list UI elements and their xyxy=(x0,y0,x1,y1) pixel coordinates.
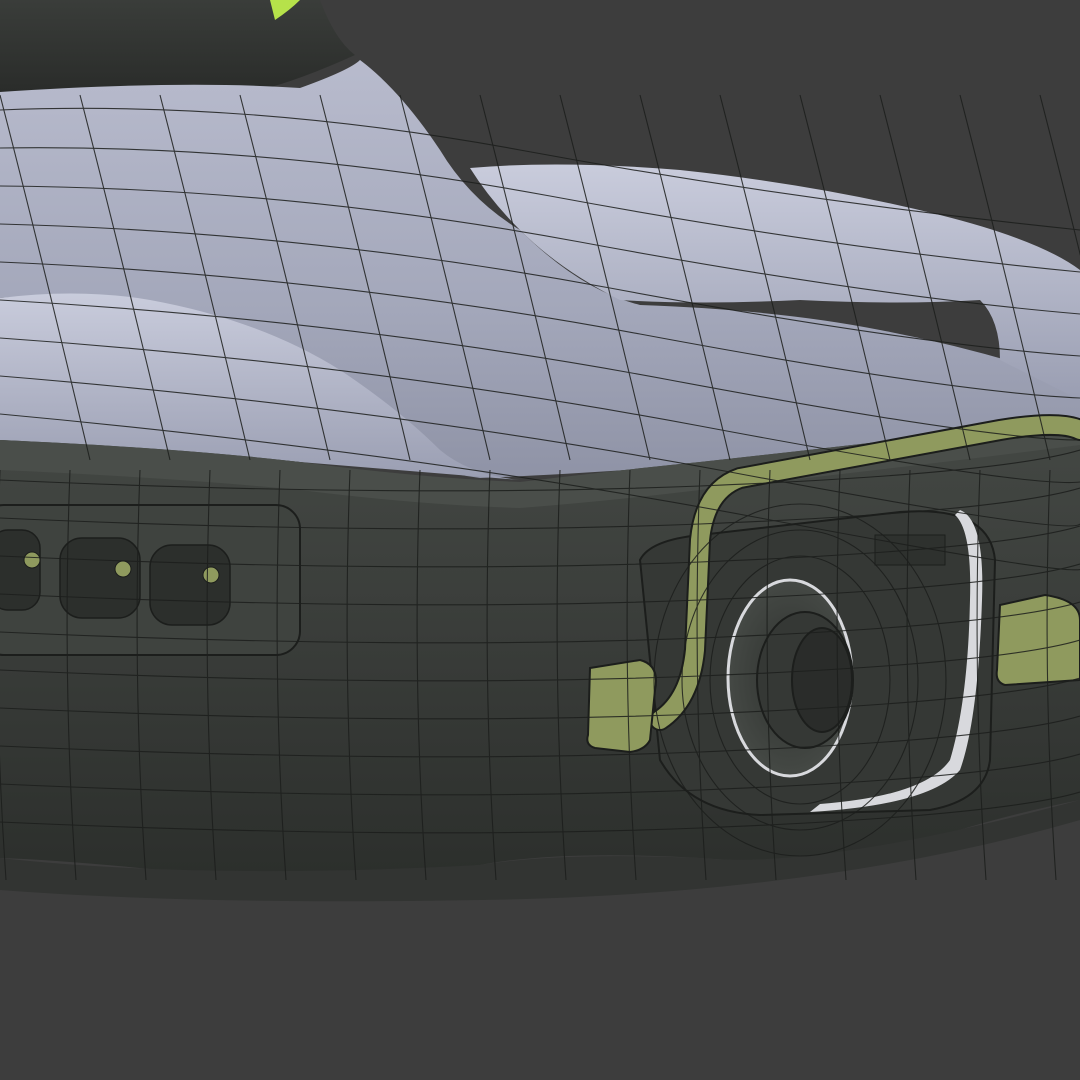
light-pod xyxy=(59,537,141,619)
tow-ring-hole xyxy=(791,627,853,733)
3d-viewport[interactable] xyxy=(0,0,1080,1080)
light-pod xyxy=(0,529,41,611)
light-bulb xyxy=(114,560,132,578)
mount-bracket-left xyxy=(586,658,657,754)
light-bulb xyxy=(23,551,41,569)
vehicle-wireframe-render xyxy=(0,0,1080,1080)
mount-bracket-right xyxy=(995,593,1080,687)
light-bulb xyxy=(202,566,220,584)
light-pod xyxy=(149,544,231,626)
